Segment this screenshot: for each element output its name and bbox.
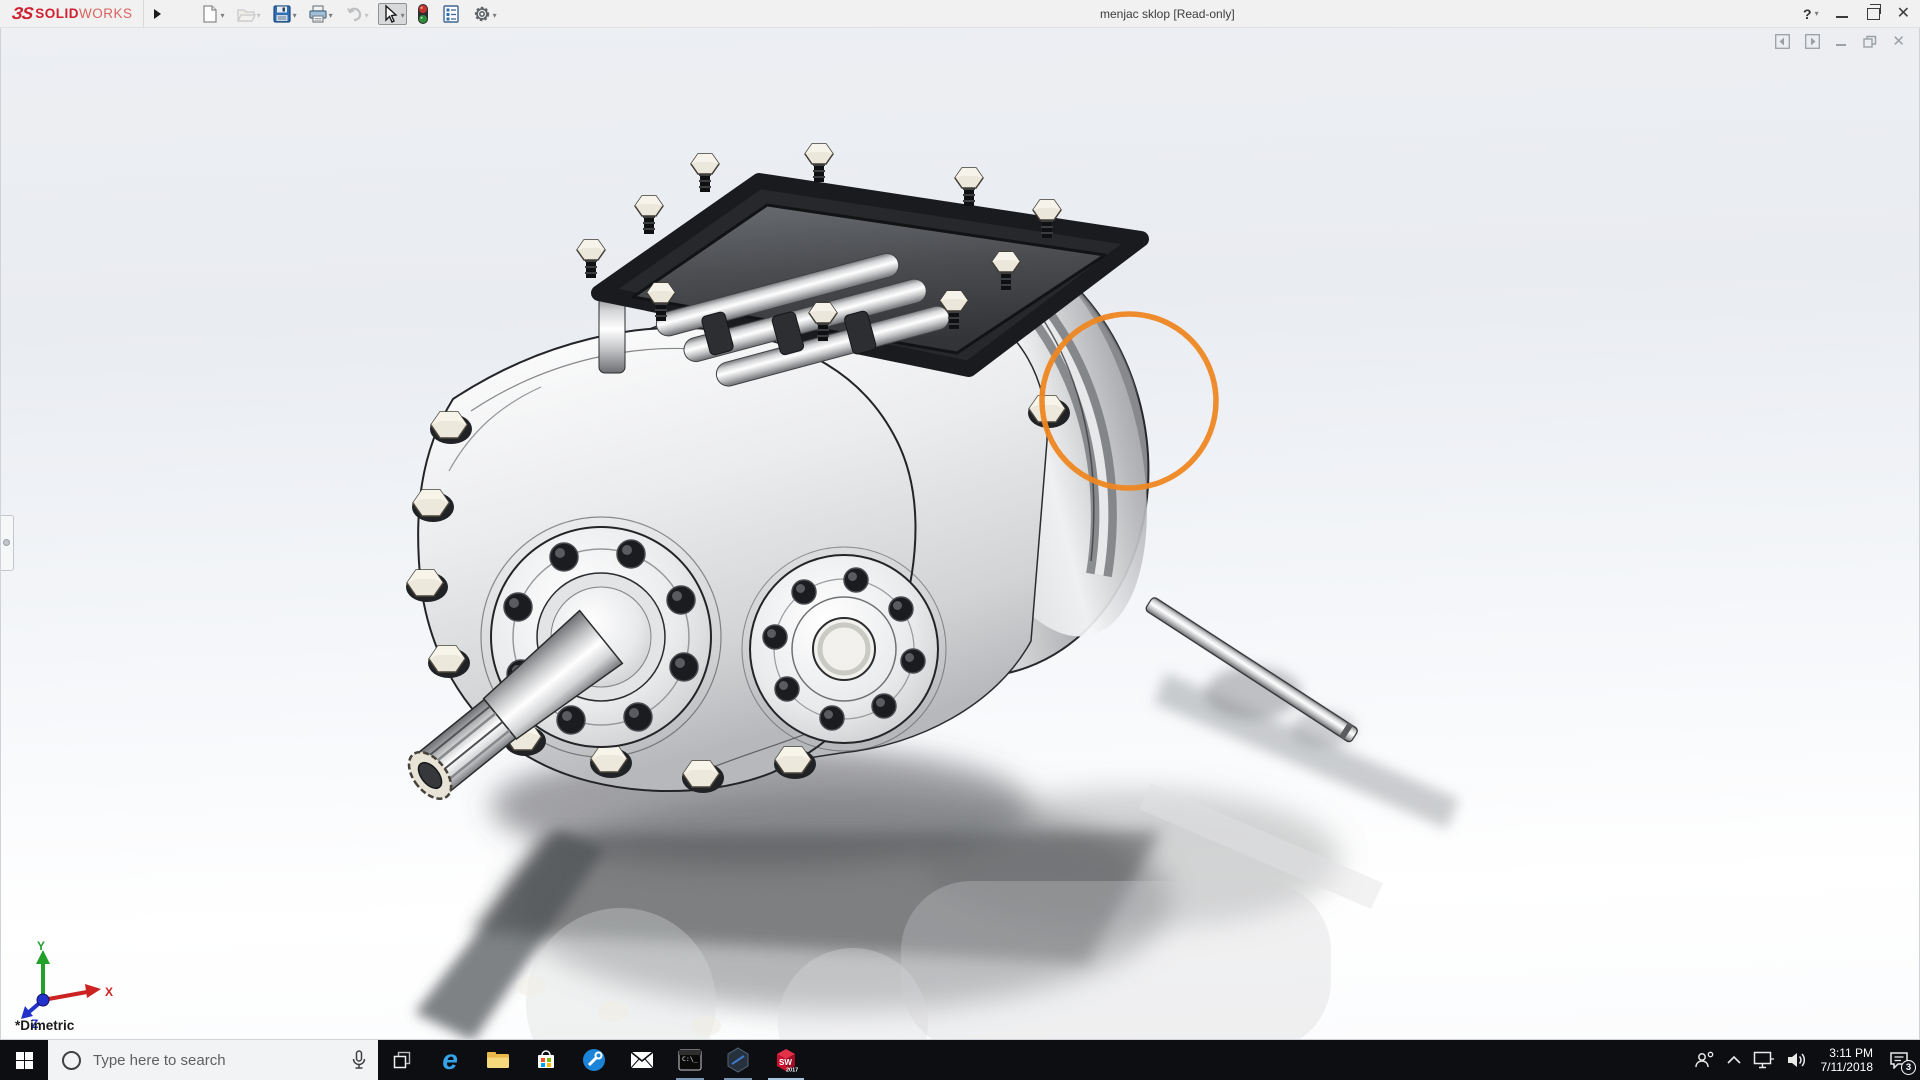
tab-dot-icon — [3, 539, 10, 546]
clock-time: 3:11 PM — [1821, 1046, 1874, 1060]
view-orientation-label: *Dimetric — [15, 1018, 74, 1033]
doc-restore-icon[interactable] — [1863, 35, 1877, 48]
close-button[interactable]: ✕ — [1897, 6, 1910, 22]
featuremanager-collapsed-tab[interactable] — [0, 515, 14, 571]
taskbar-icon-edge[interactable]: e — [426, 1040, 474, 1080]
restore-button[interactable] — [1867, 8, 1880, 20]
undo-button[interactable] — [342, 3, 371, 25]
svg-text:2017: 2017 — [786, 1068, 798, 1074]
dropdown-caret-icon[interactable] — [257, 5, 261, 23]
system-tray: 3:11 PM 7/11/2018 3 — [1693, 1046, 1920, 1074]
dropdown-caret-icon[interactable] — [493, 5, 497, 23]
select-cursor-icon — [380, 4, 400, 24]
document-window-controls: ✕ — [1775, 34, 1905, 49]
new-document-button[interactable] — [198, 3, 227, 25]
command-prompt-icon: C:\_ — [678, 1048, 702, 1072]
help-button[interactable]: ? — [1803, 6, 1819, 22]
task-view-icon — [392, 1050, 412, 1070]
rebuild-button[interactable] — [414, 2, 432, 26]
help-glyph: ? — [1803, 6, 1812, 22]
action-center-button[interactable]: 3 — [1886, 1047, 1912, 1073]
dropdown-caret-icon[interactable] — [401, 5, 405, 23]
select-button[interactable] — [378, 3, 407, 25]
task-view-button[interactable] — [378, 1040, 426, 1080]
mail-icon — [630, 1051, 654, 1069]
open-button[interactable] — [234, 3, 263, 25]
taskbar-icon-settings[interactable] — [570, 1040, 618, 1080]
taskbar-icon-hexagon-app[interactable] — [714, 1040, 762, 1080]
window-controls: ? ✕ — [1803, 0, 1910, 27]
save-button[interactable] — [270, 3, 299, 25]
file-explorer-icon — [486, 1050, 510, 1070]
windows-logo-icon — [16, 1052, 33, 1069]
solidworks-logo-mark: ЗS — [11, 4, 34, 24]
dropdown-caret-icon[interactable] — [221, 5, 225, 23]
triad-y-label: Y — [37, 939, 45, 953]
edge-icon: e — [442, 1046, 458, 1074]
solidworks-logo: ЗS SOLID WORKS — [0, 0, 143, 27]
hexagon-app-icon — [726, 1047, 750, 1073]
taskbar-clock[interactable]: 3:11 PM 7/11/2018 — [1821, 1046, 1874, 1074]
hidden-icons-chevron[interactable] — [1726, 1055, 1742, 1065]
taskbar-search[interactable]: Type here to search — [48, 1040, 378, 1080]
taskbar-icon-solidworks[interactable]: SW 2017 — [762, 1040, 810, 1080]
rebuild-traffic-light-icon — [416, 3, 430, 25]
search-placeholder: Type here to search — [93, 1052, 352, 1069]
undo-icon — [344, 4, 364, 24]
taskbar-icon-cmd[interactable]: C:\_ — [666, 1040, 714, 1080]
open-icon — [236, 4, 256, 24]
minimize-button[interactable] — [1836, 16, 1848, 18]
options-gear-icon — [472, 4, 492, 24]
windows-taskbar: Type here to search e — [0, 1040, 1920, 1080]
notification-badge: 3 — [1901, 1060, 1916, 1075]
flyout-arrow-icon — [154, 9, 161, 19]
network-icon[interactable] — [1753, 1051, 1775, 1069]
taskbar-icon-store[interactable] — [522, 1040, 570, 1080]
dropdown-caret-icon[interactable] — [293, 5, 297, 23]
dropdown-caret-icon[interactable] — [329, 5, 333, 23]
pane-back-icon[interactable] — [1775, 34, 1790, 49]
new-document-icon — [200, 4, 220, 24]
solidworks-2017-icon: SW 2017 — [773, 1047, 799, 1073]
triad-x-label: X — [105, 985, 113, 999]
standard-toolbar — [198, 2, 499, 26]
solidworks-logo-light: WORKS — [79, 6, 133, 21]
solidworks-logo-bold: SOLID — [35, 6, 79, 21]
model-canvas[interactable] — [1, 28, 1920, 1040]
start-button[interactable] — [0, 1040, 48, 1080]
file-properties-icon — [441, 4, 461, 24]
svg-text:SW: SW — [779, 1058, 792, 1067]
taskbar-icon-file-explorer[interactable] — [474, 1040, 522, 1080]
taskbar-icon-mail[interactable] — [618, 1040, 666, 1080]
cortana-icon — [62, 1051, 81, 1070]
divider — [143, 0, 144, 27]
secondary-flange — [750, 555, 938, 743]
solidworks-window: ЗS SOLID WORKS — [0, 0, 1920, 1080]
microphone-icon[interactable] — [352, 1050, 366, 1070]
doc-close-icon[interactable]: ✕ — [1892, 34, 1905, 49]
orientation-triad: Y X Z — [13, 936, 123, 1028]
document-title: menjac sklop [Read-only] — [1100, 7, 1235, 21]
title-bar: ЗS SOLID WORKS — [0, 0, 1920, 28]
dropdown-caret-icon[interactable] — [365, 5, 369, 23]
save-icon — [272, 4, 292, 24]
options-button[interactable] — [470, 3, 499, 25]
pane-forward-icon[interactable] — [1805, 34, 1820, 49]
store-icon — [535, 1049, 557, 1071]
doc-minimize-icon[interactable] — [1835, 35, 1848, 48]
menu-flyout-button[interactable] — [148, 4, 168, 24]
volume-icon[interactable] — [1786, 1051, 1808, 1069]
graphics-viewport[interactable]: ✕ — [0, 27, 1920, 1040]
settings-wrench-icon — [582, 1048, 606, 1072]
people-icon[interactable] — [1693, 1051, 1715, 1069]
file-properties-button[interactable] — [439, 3, 463, 25]
clock-date: 7/11/2018 — [1821, 1060, 1874, 1074]
print-icon — [308, 4, 328, 24]
svg-text:C:\_: C:\_ — [682, 1055, 698, 1063]
print-button[interactable] — [306, 3, 335, 25]
